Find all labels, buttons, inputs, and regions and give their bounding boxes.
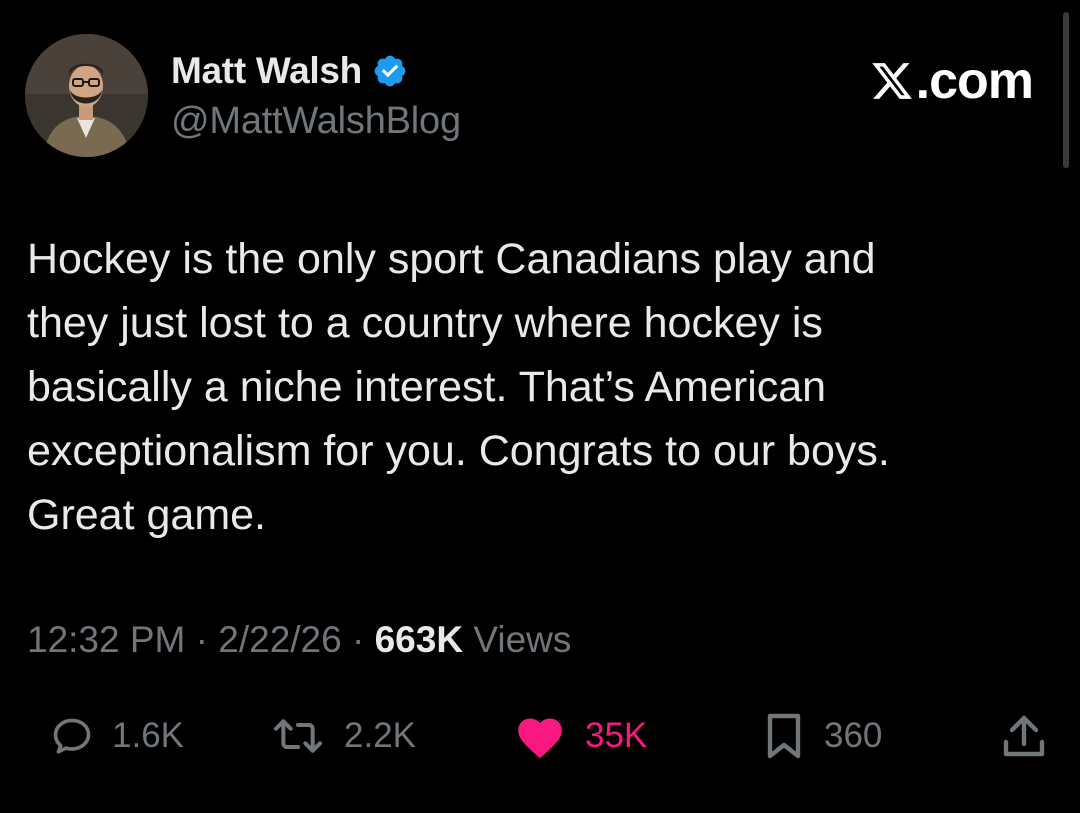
profile-photo bbox=[25, 34, 148, 157]
reply-count: 1.6K bbox=[112, 716, 184, 755]
bookmark-icon bbox=[767, 713, 801, 759]
meta-separator: · bbox=[195, 619, 208, 660]
verified-badge-icon[interactable] bbox=[372, 53, 408, 89]
avatar[interactable] bbox=[25, 34, 148, 157]
brand-mark: .com bbox=[870, 52, 1034, 110]
views-label: Views bbox=[473, 619, 572, 660]
like-count: 35K bbox=[585, 716, 648, 755]
bookmark-count: 360 bbox=[824, 716, 883, 755]
repost-count: 2.2K bbox=[344, 716, 416, 755]
x-logo-icon bbox=[871, 63, 912, 99]
reply-icon bbox=[53, 718, 91, 754]
display-name[interactable]: Matt Walsh bbox=[171, 50, 362, 92]
like-button[interactable]: 35K bbox=[513, 706, 647, 766]
tweet-date[interactable]: 2/22/26 bbox=[218, 619, 341, 660]
author-name-row: Matt Walsh bbox=[171, 50, 408, 92]
views-count: 663K bbox=[374, 619, 464, 660]
meta-separator: · bbox=[352, 619, 365, 660]
author-handle[interactable]: @MattWalshBlog bbox=[171, 100, 461, 143]
heart-icon bbox=[518, 718, 562, 759]
tweet-time[interactable]: 12:32 PM bbox=[27, 619, 185, 660]
repost-button[interactable]: 2.2K bbox=[270, 706, 416, 766]
tweet-text: Hockey is the only sport Canadians play … bbox=[27, 235, 890, 539]
bookmark-button[interactable]: 360 bbox=[762, 706, 882, 766]
repost-icon bbox=[273, 719, 323, 753]
tweet-meta: 12:32 PM · 2/22/26 · 663K Views bbox=[27, 619, 571, 661]
share-icon bbox=[1003, 715, 1045, 757]
reply-button[interactable]: 1.6K bbox=[50, 706, 184, 766]
action-bar: 1.6K 2.2K 35K 360 bbox=[0, 706, 1080, 766]
share-button[interactable] bbox=[1002, 706, 1046, 766]
brand-text: .com bbox=[915, 52, 1034, 110]
scrollbar[interactable] bbox=[1063, 12, 1069, 168]
